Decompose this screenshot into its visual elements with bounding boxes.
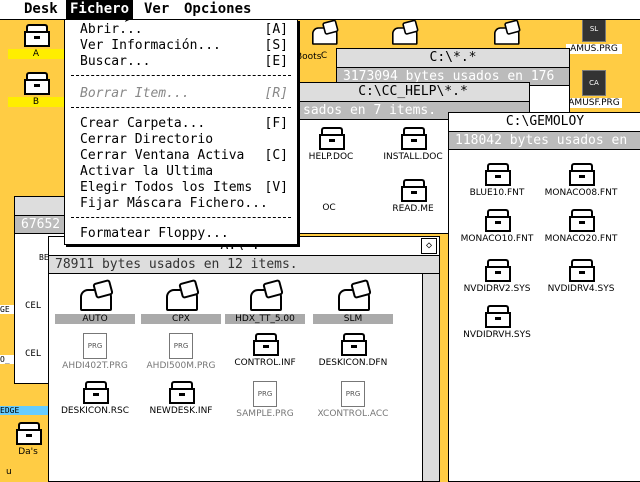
file-label: DESKICON.DFN <box>318 358 388 368</box>
menu-opciones[interactable]: Opciones <box>180 0 255 19</box>
boots-label[interactable]: Boots <box>296 52 321 62</box>
folder-icon[interactable]: CPX <box>141 278 221 324</box>
file-label: NVDIDRVH.SYS <box>463 330 531 340</box>
file-label: MONACO20.FNT <box>544 234 618 244</box>
file-icon[interactable]: NEWDESK.INF <box>141 381 221 416</box>
menu-item-crear-carpeta[interactable]: Crear Carpeta... [F] <box>80 116 288 132</box>
file-icon[interactable]: NVDIDRV4.SYS <box>541 259 621 294</box>
program-file-icon[interactable]: PRG AHDI402T.PRG <box>55 333 135 371</box>
file-icon[interactable]: CONTROL.INF <box>225 333 305 368</box>
menu-separator <box>71 75 291 76</box>
menu-ver[interactable]: Ver <box>140 0 173 19</box>
menu-item-cerrar-ventana[interactable]: Cerrar Ventana Activa [C] <box>80 148 288 164</box>
program-file-icon[interactable]: PRG AHDI500M.PRG <box>141 333 221 371</box>
program-file-icon[interactable]: PRG SAMPLE.PRG <box>225 381 305 419</box>
menu-fichero[interactable]: Fichero <box>66 0 134 19</box>
menu-item-ver-informacion[interactable]: Ver Información... [S] <box>80 38 288 54</box>
folder-icon[interactable]: HDX_TT_5.00 <box>225 278 305 324</box>
menu-desk[interactable]: Desk <box>20 0 62 19</box>
menu-bar: Desk Fichero Ver Opciones <box>0 0 640 20</box>
trash-label-2: u <box>6 467 12 477</box>
folder-icon[interactable]: SLM <box>313 278 393 324</box>
camus-prg-label: AMUS.PRG <box>566 44 622 54</box>
file-icon[interactable]: BLUE10.FNT <box>457 163 537 198</box>
file-icon[interactable]: MONACO08.FNT <box>541 163 621 198</box>
folder-label: AUTO <box>55 314 135 324</box>
window-gemdly[interactable]: C:\GEMOLOY 118042 bytes usados en BLUE10… <box>448 112 640 482</box>
file-label: READ.ME <box>392 204 434 214</box>
file-label: AHDI500M.PRG <box>146 361 216 371</box>
folder-label: SLM <box>313 314 393 324</box>
folder-icon[interactable]: AUTO <box>55 278 135 324</box>
program-file-icon[interactable]: PRG XCONTROL.ACC <box>313 381 393 419</box>
vertical-scrollbar[interactable] <box>422 274 439 481</box>
file-label: CONTROL.INF <box>234 358 296 368</box>
window-a-root[interactable]: A:\*.* ◇ 78911 bytes usados en 12 items.… <box>48 236 440 482</box>
file-label: MONACO08.FNT <box>544 188 618 198</box>
drive-b-label: B <box>8 97 64 107</box>
menu-separator <box>71 217 291 218</box>
window-cc-help-title[interactable]: C:\CC_HELP\*.* <box>297 83 529 102</box>
file-icon[interactable]: HELP.DOC <box>291 127 371 162</box>
file-label: NVDIDRV2.SYS <box>463 284 531 294</box>
partial-file-label[interactable]: CEL <box>25 349 41 359</box>
mouse-pointer-icon: ➤ <box>124 12 133 28</box>
drive-a-label: A <box>8 49 64 59</box>
menu-item-buscar[interactable]: Buscar... [E] <box>80 54 288 70</box>
file-label-partial[interactable]: OC <box>309 203 349 213</box>
edge-label-edge: EDGE <box>0 406 48 415</box>
file-label: NVDIDRV4.SYS <box>547 284 615 294</box>
file-icon[interactable]: READ.ME <box>373 179 453 214</box>
file-label: BLUE10.FNT <box>469 188 525 198</box>
menu-item-activar-ultima[interactable]: Activar la Ultima <box>80 164 288 180</box>
drive-b-icon[interactable]: B <box>8 72 64 107</box>
file-icon[interactable]: DESKICON.RSC <box>55 381 135 416</box>
menu-separator <box>71 107 291 108</box>
menu-item-abrir[interactable]: Abrir... [A] <box>80 22 288 38</box>
file-label: AHDI402T.PRG <box>62 361 128 371</box>
file-icon[interactable]: INSTALL.DOC <box>373 127 453 162</box>
file-label: SAMPLE.PRG <box>236 409 294 419</box>
file-label: XCONTROL.ACC <box>317 409 389 419</box>
file-label: NEWDESK.INF <box>149 406 213 416</box>
camusf-prg-icon[interactable]: CA AMUSF.PRG <box>566 70 622 108</box>
window-a-root-info: 78911 bytes usados en 12 items. <box>49 256 439 274</box>
folder-label: HDX_TT_5.00 <box>225 314 305 324</box>
window-c-root-title[interactable]: C:\*.* <box>337 49 569 68</box>
window-gemdly-info: 118042 bytes usados en <box>449 132 640 150</box>
file-menu-dropdown: Abrir... [A] Ver Información... [S] Buscar… <box>64 19 298 245</box>
menu-item-borrar-item: Borrar Item... [R] <box>80 86 288 101</box>
file-icon[interactable]: NVDIDRVH.SYS <box>457 305 537 340</box>
file-icon[interactable]: NVDIDRV2.SYS <box>457 259 537 294</box>
file-label: HELP.DOC <box>308 152 354 162</box>
camusf-prg-label: AMUSF.PRG <box>566 98 622 108</box>
menu-item-elegir-todos[interactable]: Elegir Todos los Items [V] <box>80 180 288 196</box>
window-gemdly-title[interactable]: C:\GEMOLOY <box>449 113 640 132</box>
folder-label: CPX <box>141 314 221 324</box>
drive-a-icon[interactable]: A <box>8 24 64 59</box>
camus-prg-icon[interactable]: SL AMUS.PRG <box>566 16 622 54</box>
menu-item-cerrar-directorio[interactable]: Cerrar Directorio <box>80 132 288 148</box>
file-icon[interactable]: MONACO10.FNT <box>457 209 537 244</box>
file-label: DESKICON.RSC <box>60 406 130 416</box>
file-icon[interactable]: MONACO20.FNT <box>541 209 621 244</box>
file-label: MONACO10.FNT <box>460 234 534 244</box>
fuller-box-icon[interactable]: ◇ <box>421 238 437 254</box>
menu-item-fijar-mascara[interactable]: Fijar Máscara Fichero... <box>80 196 288 212</box>
partial-file-label[interactable]: CEL <box>25 301 41 311</box>
file-icon[interactable]: DESKICON.DFN <box>313 333 393 368</box>
menu-item-formatear-floppy[interactable]: Formatear Floppy... <box>80 226 288 242</box>
file-label: INSTALL.DOC <box>383 152 443 162</box>
